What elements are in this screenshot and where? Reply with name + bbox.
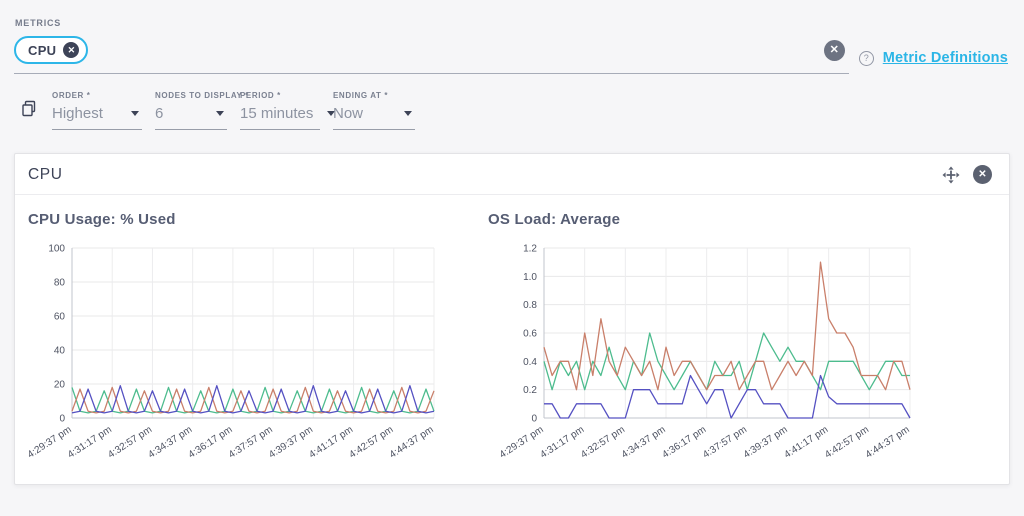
- svg-text:4:31:17 pm: 4:31:17 pm: [538, 424, 586, 460]
- ending-at-value: Now: [333, 105, 363, 122]
- cpu-usage-chart: 0 20 40 60 80 100 4:29:37 pm4:31:17 pm4:32:57 …: [28, 240, 476, 478]
- metric-chip-cpu[interactable]: CPU ✕: [14, 36, 88, 64]
- period-value: 15 minutes: [240, 105, 313, 122]
- svg-text:4:31:17 pm: 4:31:17 pm: [66, 424, 114, 460]
- metrics-input[interactable]: CPU ✕ ✕: [14, 36, 849, 74]
- order-value: Highest: [52, 105, 103, 122]
- svg-text:4:39:37 pm: 4:39:37 pm: [267, 424, 315, 460]
- svg-text:4:42:57 pm: 4:42:57 pm: [347, 424, 395, 460]
- metric-definitions-link[interactable]: Metric Definitions: [883, 50, 1008, 66]
- svg-text:4:44:37 pm: 4:44:37 pm: [388, 424, 436, 460]
- period-label: PERIOD *: [240, 91, 320, 100]
- order-select[interactable]: ORDER * Highest: [52, 91, 142, 130]
- metrics-label: METRICS: [15, 18, 1010, 28]
- filter-row: ORDER * Highest NODES TO DISPLAY * 6 PER…: [14, 74, 1010, 130]
- svg-text:4:29:37 pm: 4:29:37 pm: [498, 424, 546, 460]
- svg-text:20: 20: [54, 380, 66, 391]
- chevron-down-icon: [131, 111, 139, 116]
- svg-text:4:36:17 pm: 4:36:17 pm: [187, 424, 235, 460]
- os-load-chart-block: OS Load: Average 0 0.2 0.4 0.6 0.8 1.0 1.2 4:29…: [488, 207, 1003, 478]
- svg-text:80: 80: [54, 278, 66, 289]
- svg-text:4:32:57 pm: 4:32:57 pm: [106, 424, 154, 460]
- svg-text:0.6: 0.6: [523, 329, 537, 340]
- nodes-to-display-select[interactable]: NODES TO DISPLAY * 6: [155, 91, 227, 130]
- nodes-value: 6: [155, 105, 163, 122]
- cpu-usage-chart-title: CPU Usage: % Used: [28, 211, 476, 228]
- os-load-chart-title: OS Load: Average: [488, 211, 1003, 228]
- svg-text:0.4: 0.4: [523, 357, 537, 368]
- metrics-panel: METRICS CPU ✕ ✕ ? Metric Definitions ORD…: [0, 0, 1024, 130]
- svg-text:4:34:37 pm: 4:34:37 pm: [146, 424, 194, 460]
- copy-icon[interactable]: [21, 100, 37, 117]
- svg-text:4:41:17 pm: 4:41:17 pm: [782, 424, 830, 460]
- chevron-down-icon: [404, 111, 412, 116]
- nodes-label: NODES TO DISPLAY *: [155, 91, 227, 100]
- svg-text:0: 0: [531, 414, 537, 425]
- svg-text:4:32:57 pm: 4:32:57 pm: [579, 424, 627, 460]
- svg-text:100: 100: [48, 244, 65, 255]
- svg-text:1.0: 1.0: [523, 272, 537, 283]
- order-label: ORDER *: [52, 91, 142, 100]
- svg-text:4:44:37 pm: 4:44:37 pm: [864, 424, 912, 460]
- card-header: CPU ✕: [15, 154, 1009, 195]
- svg-text:40: 40: [54, 346, 66, 357]
- svg-text:4:42:57 pm: 4:42:57 pm: [823, 424, 871, 460]
- svg-text:4:29:37 pm: 4:29:37 pm: [26, 424, 74, 460]
- chevron-down-icon: [216, 111, 224, 116]
- ending-at-select[interactable]: ENDING AT * Now: [333, 91, 415, 130]
- svg-text:4:39:37 pm: 4:39:37 pm: [742, 424, 790, 460]
- card-title: CPU: [28, 166, 63, 184]
- svg-text:0.8: 0.8: [523, 300, 537, 311]
- svg-text:0: 0: [59, 414, 65, 425]
- svg-text:4:37:57 pm: 4:37:57 pm: [227, 424, 275, 460]
- chip-remove-icon[interactable]: ✕: [63, 42, 79, 58]
- close-card-icon[interactable]: ✕: [973, 165, 992, 184]
- svg-text:0.2: 0.2: [523, 385, 537, 396]
- svg-text:4:41:17 pm: 4:41:17 pm: [307, 424, 355, 460]
- clear-metrics-icon[interactable]: ✕: [824, 40, 845, 61]
- metric-chip-label: CPU: [28, 43, 56, 58]
- help-icon[interactable]: ?: [859, 51, 874, 66]
- svg-text:4:34:37 pm: 4:34:37 pm: [620, 424, 668, 460]
- move-card-icon[interactable]: [942, 166, 960, 184]
- ending-at-label: ENDING AT *: [333, 91, 415, 100]
- cpu-metric-card: CPU ✕ CPU Usage: % Used 0 20 40 60 80 100 4:29…: [14, 153, 1010, 485]
- svg-text:1.2: 1.2: [523, 244, 537, 255]
- svg-text:60: 60: [54, 312, 66, 323]
- svg-text:4:37:57 pm: 4:37:57 pm: [701, 424, 749, 460]
- os-load-chart: 00.20.40.60.81.01.24:29:37 pm4:31:17 pm4…: [488, 240, 1003, 478]
- svg-text:4:36:17 pm: 4:36:17 pm: [660, 424, 708, 460]
- period-select[interactable]: PERIOD * 15 minutes: [240, 91, 320, 130]
- cpu-usage-chart-block: CPU Usage: % Used 0 20 40 60 80 100 4:29:37 pm…: [28, 207, 476, 478]
